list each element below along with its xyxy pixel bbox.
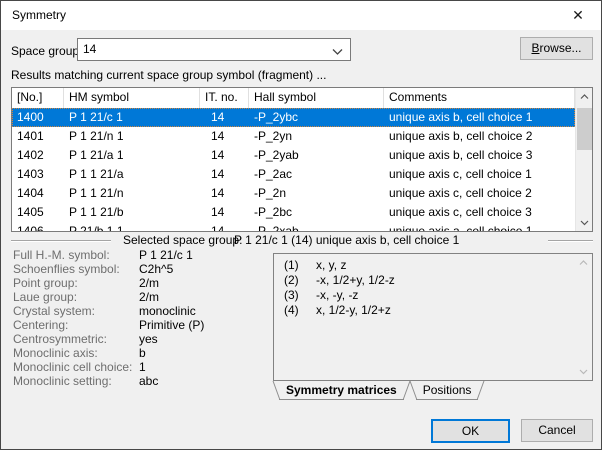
header-hm[interactable]: HM symbol xyxy=(64,88,200,108)
header-no[interactable]: [No.] xyxy=(12,88,64,108)
results-label: Results matching current space group sym… xyxy=(11,68,326,82)
scroll-down-icon[interactable] xyxy=(575,363,592,380)
detail-row: Monoclinic setting:abc xyxy=(13,374,263,388)
table-header: [No.] HM symbol IT. no. Hall symbol Comm… xyxy=(12,88,575,108)
detail-row: Monoclinic axis:b xyxy=(13,346,263,360)
separator-line xyxy=(11,240,111,242)
matrix-row: (1)x, y, z xyxy=(274,258,574,273)
bottom-tab-strip: Symmetry matricesPositions xyxy=(273,381,593,401)
title-bar: Symmetry ✕ xyxy=(1,1,601,30)
browse-button[interactable]: Browse... xyxy=(520,37,593,60)
scroll-up-icon[interactable] xyxy=(575,254,592,271)
symmetry-matrices-panel: (1)x, y, z (2)-x, 1/2+y, 1/2-z (3)-x, -y… xyxy=(273,253,593,381)
space-group-combobox[interactable]: 14 xyxy=(77,38,351,61)
matrices-scrollbar[interactable] xyxy=(575,254,592,380)
details-panel: Full H.-M. symbol:P 1 21/c 1 Schoenflies… xyxy=(13,248,263,388)
header-it[interactable]: IT. no. xyxy=(200,88,249,108)
table-content: [No.] HM symbol IT. no. Hall symbol Comm… xyxy=(12,88,575,231)
space-group-label: Space group: xyxy=(11,44,82,58)
selected-group-label: Selected space group: xyxy=(123,233,242,247)
table-row[interactable]: 1400 P 1 21/c 1 14 -P_2ybc unique axis b… xyxy=(12,108,575,127)
chevron-down-icon xyxy=(332,45,343,59)
table-row[interactable]: 1405 P 1 1 21/b 14 -P_2bc unique axis c,… xyxy=(12,203,575,222)
matrix-row: (4)x, 1/2-y, 1/2+z xyxy=(274,303,574,318)
matrix-row: (2)-x, 1/2+y, 1/2-z xyxy=(274,273,574,288)
detail-row: Laue group:2/m xyxy=(13,290,263,304)
separator-line xyxy=(548,240,593,242)
tab-positions[interactable]: Positions xyxy=(410,381,485,400)
tab-symmetry-matrices[interactable]: Symmetry matrices xyxy=(273,381,410,400)
detail-row: Crystal system:monoclinic xyxy=(13,304,263,318)
ok-button[interactable]: OK xyxy=(431,419,510,443)
dialog-title: Symmetry xyxy=(12,1,66,30)
matrix-row: (3)-x, -y, -z xyxy=(274,288,574,303)
matrix-list: (1)x, y, z (2)-x, 1/2+y, 1/2-z (3)-x, -y… xyxy=(274,258,574,380)
selected-group-value: P 1 21/c 1 (14) unique axis b, cell choi… xyxy=(234,233,459,247)
table-scrollbar[interactable] xyxy=(575,88,592,231)
scroll-down-icon[interactable] xyxy=(576,214,593,231)
table-row[interactable]: 1404 P 1 1 21/n 14 -P_2n unique axis c, … xyxy=(12,184,575,203)
table-row[interactable]: 1403 P 1 1 21/a 14 -P_2ac unique axis c,… xyxy=(12,165,575,184)
detail-row: Centrosymmetric:yes xyxy=(13,332,263,346)
table-row[interactable]: 1401 P 1 21/n 1 14 -P_2yn unique axis b,… xyxy=(12,127,575,146)
scrollbar-thumb[interactable] xyxy=(577,108,592,150)
header-hall[interactable]: Hall symbol xyxy=(249,88,384,108)
detail-row: Full H.-M. symbol:P 1 21/c 1 xyxy=(13,248,263,262)
table-row[interactable]: 1402 P 1 21/a 1 14 -P_2yab unique axis b… xyxy=(12,146,575,165)
detail-row: Schoenflies symbol:C2h^5 xyxy=(13,262,263,276)
table-row[interactable]: 1406 P 21/b 1 1 14 -P_2xab unique axis a… xyxy=(12,222,575,231)
detail-row: Point group:2/m xyxy=(13,276,263,290)
detail-row: Monoclinic cell choice:1 xyxy=(13,360,263,374)
symmetry-dialog: Symmetry ✕ Space group: 14 Browse... Res… xyxy=(0,0,602,450)
detail-row: Centering:Primitive (P) xyxy=(13,318,263,332)
cancel-button[interactable]: Cancel xyxy=(521,419,593,442)
space-group-table: [No.] HM symbol IT. no. Hall symbol Comm… xyxy=(11,87,593,232)
space-group-value: 14 xyxy=(83,39,96,60)
close-icon[interactable]: ✕ xyxy=(555,1,601,30)
scroll-up-icon[interactable] xyxy=(576,88,593,105)
header-comments[interactable]: Comments xyxy=(384,88,575,108)
